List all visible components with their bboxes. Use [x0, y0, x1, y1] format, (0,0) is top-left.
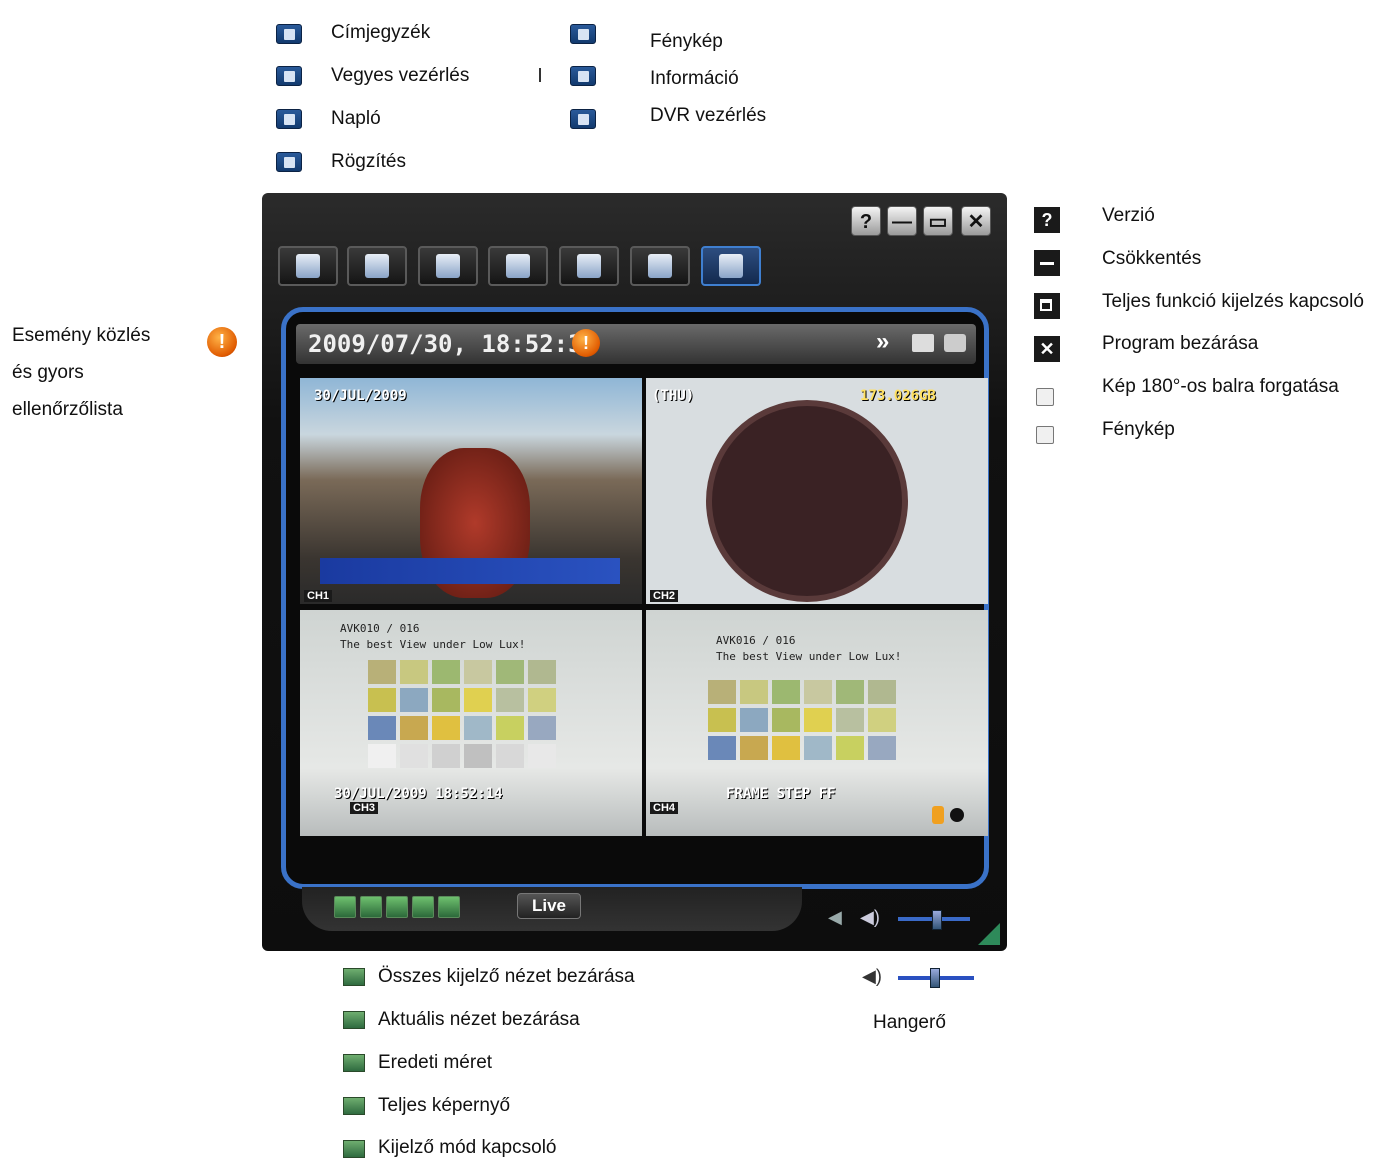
address-book-icon — [276, 24, 302, 44]
warning-icon: ! — [207, 327, 237, 357]
close-current-view-button[interactable] — [360, 896, 382, 918]
ch2-clock — [706, 400, 908, 602]
ch1-date-osd: 30/JUL/2009 — [314, 388, 407, 404]
window-toggle-button[interactable]: ▭ — [923, 206, 953, 236]
timestamp: 2009/07/30, 18:52:36 — [308, 330, 597, 358]
legend-close-current-view: Aktuális nézet bezárása — [378, 1009, 580, 1030]
original-size-button[interactable] — [386, 896, 408, 918]
legend-close: Program bezárása — [1102, 333, 1259, 354]
ch2-day-osd: (THU) — [652, 388, 695, 404]
ch2-disk-osd: 173.026GB — [860, 388, 936, 404]
info-icon — [570, 66, 596, 86]
record-icon — [276, 152, 302, 172]
bottom-toolbar: Live — [302, 887, 802, 931]
question-icon: ? — [1034, 207, 1060, 233]
fullscreen-button[interactable] — [412, 896, 434, 918]
snapshot-icon — [570, 24, 596, 44]
legend-address-book: Címjegyzék — [331, 22, 431, 43]
rotate-icon — [1036, 388, 1054, 406]
legend-info: Információ — [650, 68, 739, 89]
legend-log: Napló — [331, 108, 381, 129]
close-current-view-icon — [343, 1011, 365, 1029]
rotate-button[interactable] — [912, 334, 934, 352]
record-status-icon — [950, 808, 964, 822]
channel-2-view[interactable]: (THU) 173.026GB CH2 — [646, 378, 988, 604]
info-button[interactable] — [630, 246, 690, 286]
display-mode-button[interactable] — [438, 896, 460, 918]
display-mode-icon — [343, 1140, 365, 1158]
ch2-label: CH2 — [650, 590, 679, 602]
snapshot-button[interactable] — [559, 246, 619, 286]
legend-close-all-views: Összes kijelző nézet bezárása — [378, 966, 635, 987]
record-button[interactable] — [488, 246, 548, 286]
legend-snapshot: Fénykép — [650, 31, 723, 52]
resize-grip[interactable] — [978, 923, 1000, 945]
volume-knob[interactable] — [932, 910, 942, 930]
channel-3-view[interactable]: AVK010 / 016 The best View under Low Lux… — [300, 610, 642, 836]
legend-rotate: Kép 180°-os balra forgatása — [1102, 376, 1339, 397]
close-all-views-button[interactable] — [334, 896, 356, 918]
legend-misc-control: Vegyes vezérlés — [331, 65, 470, 86]
misc-control-icon — [276, 66, 302, 86]
snapshot-camera-button[interactable] — [944, 334, 966, 352]
dvr-viewer-window: ? — ▭ ✕ 2009/07/30, 18:52:36 ! » 30/JUL/… — [262, 193, 1007, 951]
misc-control-button[interactable] — [347, 246, 407, 286]
legend-record: Rögzítés — [331, 151, 406, 172]
legend-version: Verzió — [1102, 205, 1155, 226]
ch1-news-banner — [320, 558, 620, 584]
legend-window-toggle: Teljes funkció kijelzés kapcsoló — [1102, 291, 1364, 312]
close-icon: ✕ — [1034, 336, 1060, 362]
log-button[interactable] — [418, 246, 478, 286]
event-note-line-3: ellenőrzőlista — [12, 399, 123, 420]
ch4-label: CH4 — [650, 802, 679, 814]
video-viewer: 2009/07/30, 18:52:36 ! » 30/JUL/2009 CH1… — [281, 307, 989, 889]
ch1-label: CH1 — [304, 590, 333, 602]
ch3-label: CH3 — [350, 802, 379, 814]
minimize-icon — [1034, 250, 1060, 276]
speaker-icon[interactable]: ◀) — [860, 907, 880, 928]
close-button[interactable]: ✕ — [961, 206, 991, 236]
address-book-button[interactable] — [278, 246, 338, 286]
event-warning-icon[interactable]: ! — [572, 329, 600, 357]
motion-icon — [932, 806, 944, 824]
legend-original-size: Eredeti méret — [378, 1052, 493, 1073]
close-all-views-icon — [343, 968, 365, 986]
window-toggle-icon — [1034, 293, 1060, 319]
event-note-line-2: és gyors — [12, 362, 84, 383]
live-button[interactable]: Live — [517, 893, 581, 919]
ch4-color-chart — [708, 680, 896, 760]
original-size-icon — [343, 1054, 365, 1072]
fullscreen-icon — [343, 1097, 365, 1115]
legend-minimize: Csökkentés — [1102, 248, 1202, 269]
dvr-control-icon — [570, 109, 596, 129]
viewer-status-bar: 2009/07/30, 18:52:36 ! » — [296, 324, 976, 364]
ch4-osd-line-2: The best View under Low Lux! — [716, 650, 902, 663]
legend-volume: Hangerő — [873, 1012, 946, 1033]
legend-display-mode: Kijelző mód kapcsoló — [378, 1137, 557, 1158]
legend-fullscreen: Teljes képernyő — [378, 1095, 511, 1116]
separator — [539, 68, 541, 82]
dvr-control-button[interactable] — [701, 246, 761, 286]
ch4-osd-line-1: AVK016 / 016 — [716, 634, 796, 647]
event-note-line-1: Esemény közlés — [12, 325, 151, 346]
ch3-color-chart — [368, 660, 556, 768]
ch3-date-osd: 30/JUL/2009 18:52:14 — [334, 786, 503, 802]
snapshot-small-icon — [1036, 426, 1054, 444]
forward-icon[interactable]: » — [876, 328, 889, 356]
channel-4-view[interactable]: AVK016 / 016 The best View under Low Lux… — [646, 610, 988, 836]
minimize-button[interactable]: — — [887, 206, 917, 236]
log-icon — [276, 109, 302, 129]
channel-1-view[interactable]: 30/JUL/2009 CH1 — [300, 378, 642, 604]
ch3-osd-line-1: AVK010 / 016 — [340, 622, 420, 635]
version-button[interactable]: ? — [851, 206, 881, 236]
volume-legend-knob — [930, 968, 940, 988]
legend-snapshot-right: Fénykép — [1102, 419, 1175, 440]
legend-dvr-control: DVR vezérlés — [650, 105, 767, 126]
volume-legend-speaker-icon: ◀) — [862, 966, 882, 986]
ch3-osd-line-2: The best View under Low Lux! — [340, 638, 526, 651]
mute-icon[interactable]: ◀ — [828, 907, 842, 928]
ch4-status-osd: FRAME STEP FF — [726, 786, 836, 802]
